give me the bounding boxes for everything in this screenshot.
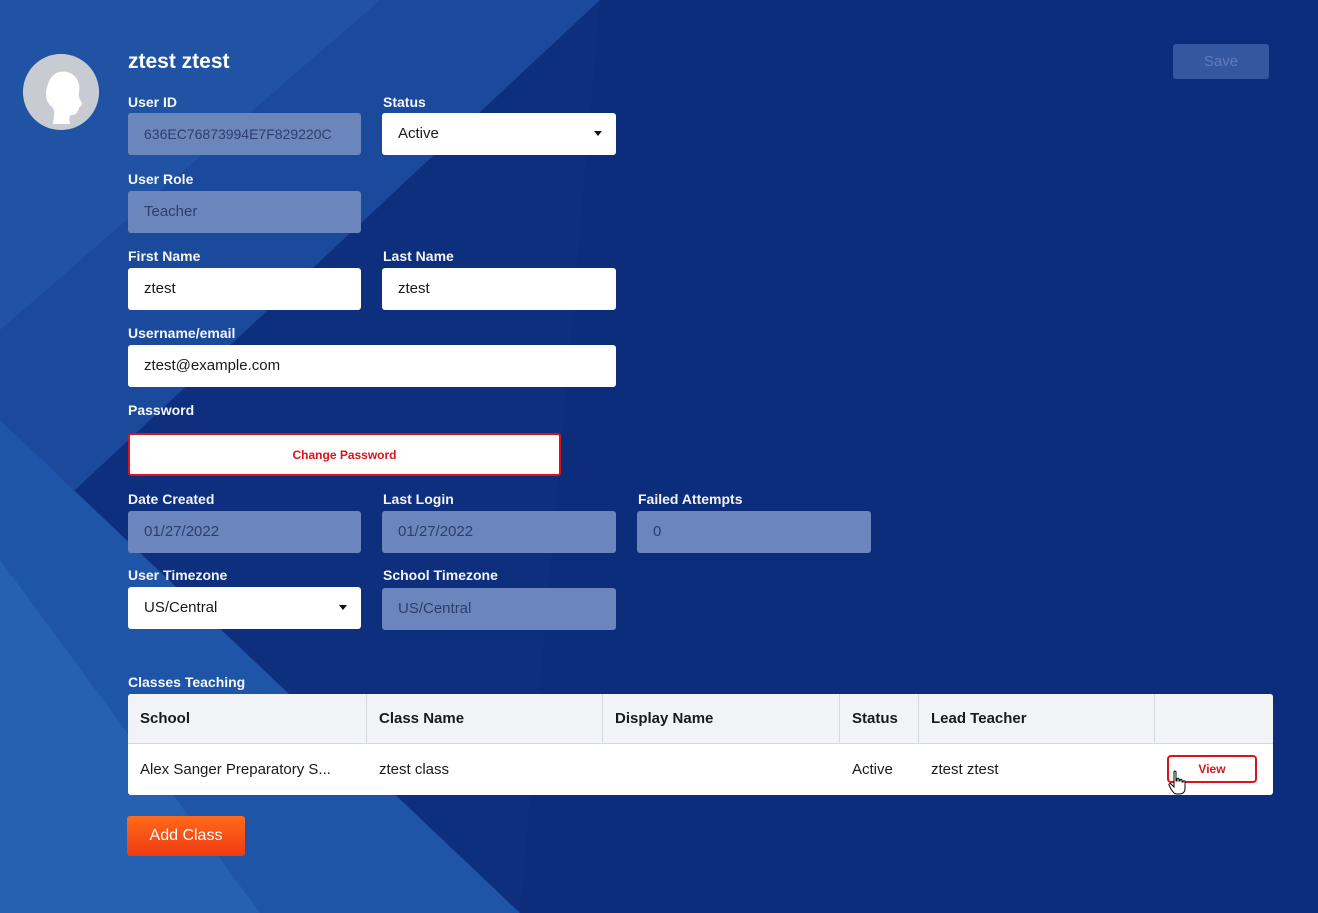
change-password-button[interactable]: Change Password <box>128 433 561 476</box>
cell-display-name <box>603 744 840 795</box>
status-label: Status <box>383 94 426 110</box>
first-name-label: First Name <box>128 248 201 264</box>
cell-lead-teacher: ztest ztest <box>931 761 999 778</box>
save-button[interactable]: Save <box>1173 44 1269 79</box>
user-timezone-select[interactable]: US/Central <box>128 587 361 629</box>
date-created-label: Date Created <box>128 491 215 507</box>
status-select-value: Active <box>398 125 439 142</box>
classes-teaching-title: Classes Teaching <box>128 674 246 690</box>
failed-attempts-field: 0 <box>637 511 871 553</box>
school-timezone-label: School Timezone <box>383 567 498 583</box>
password-label: Password <box>128 402 195 418</box>
column-header-status[interactable]: Status <box>840 694 919 743</box>
last-login-field: 01/27/2022 <box>382 511 616 553</box>
chevron-down-icon <box>339 605 347 610</box>
last-login-label: Last Login <box>383 491 454 507</box>
last-name-input[interactable]: ztest <box>382 268 616 310</box>
failed-attempts-label: Failed Attempts <box>638 491 743 507</box>
cell-status: Active <box>852 761 893 778</box>
email-field[interactable]: ztest@example.com <box>128 345 616 387</box>
first-name-input[interactable]: ztest <box>128 268 361 310</box>
username-label: Username/email <box>128 325 236 341</box>
column-header-class-name[interactable]: Class Name <box>367 694 603 743</box>
user-id-label: User ID <box>128 94 178 110</box>
hand-pointer-icon <box>1168 770 1186 795</box>
school-timezone-field: US/Central <box>382 588 616 630</box>
classes-table: School Class Name Display Name Status Le… <box>128 694 1273 795</box>
table-row: Alex Sanger Preparatory S... ztest class… <box>128 744 1273 795</box>
avatar <box>23 54 99 130</box>
user-id-field: 636EC76873994E7F829220C <box>128 113 361 155</box>
user-role-field: Teacher <box>128 191 361 233</box>
user-profile-page: ztest ztest Save User ID 636EC76873994E7… <box>0 0 1318 913</box>
user-role-label: User Role <box>128 171 194 187</box>
column-header-lead-teacher[interactable]: Lead Teacher <box>919 694 1155 743</box>
page-title: ztest ztest <box>128 50 230 73</box>
date-created-field: 01/27/2022 <box>128 511 361 553</box>
cell-school: Alex Sanger Preparatory S... <box>140 761 331 778</box>
user-timezone-label: User Timezone <box>128 567 228 583</box>
table-header: School Class Name Display Name Status Le… <box>128 694 1273 744</box>
chevron-down-icon <box>594 131 602 136</box>
add-class-button[interactable]: Add Class <box>127 816 245 856</box>
user-timezone-value: US/Central <box>144 599 218 616</box>
status-select[interactable]: Active <box>382 113 616 155</box>
column-header-display-name[interactable]: Display Name <box>603 694 840 743</box>
cell-class-name: ztest class <box>379 761 450 778</box>
column-header-actions <box>1155 694 1273 743</box>
column-header-school[interactable]: School <box>128 694 367 743</box>
user-silhouette-icon <box>23 54 99 130</box>
last-name-label: Last Name <box>383 248 454 264</box>
